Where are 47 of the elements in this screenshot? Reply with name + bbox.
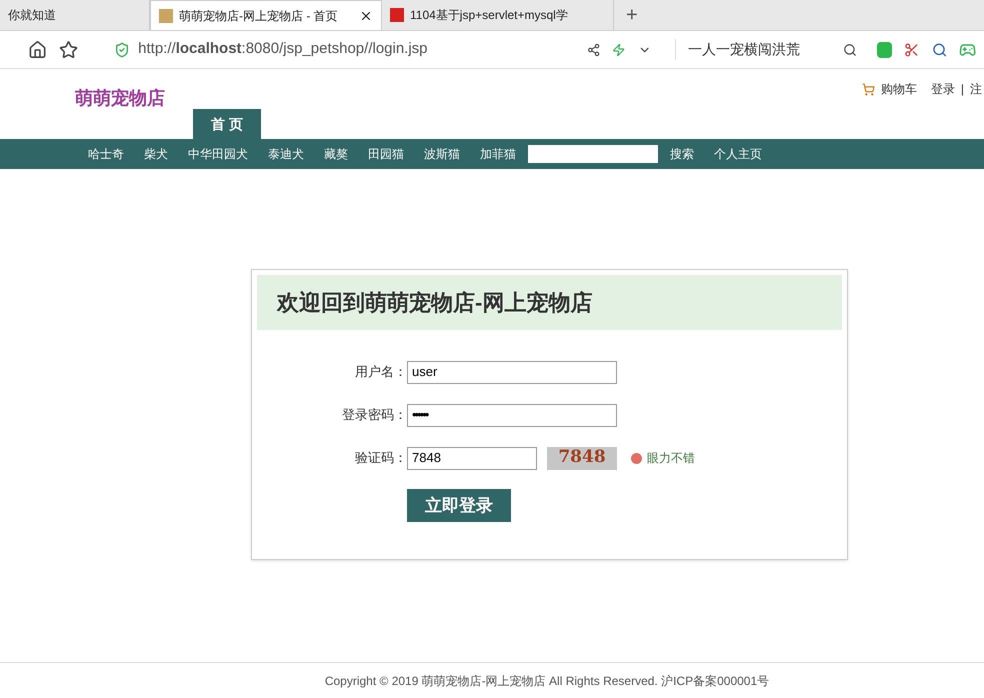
tab-title: 1104基于jsp+servlet+mysql学 — [410, 7, 569, 24]
cart-icon — [862, 82, 875, 96]
browser-tab[interactable]: 萌萌宠物店-网上宠物店 - 首页 — [150, 0, 382, 30]
nav-link[interactable]: 哈士奇 — [88, 145, 124, 163]
field-label: 验证码： — [354, 449, 407, 468]
profile-link[interactable]: 个人主页 — [714, 145, 762, 163]
captcha-image[interactable]: 7848 — [547, 446, 617, 470]
nav-link[interactable]: 田园猫 — [368, 145, 404, 163]
search-icon[interactable] — [843, 42, 858, 56]
refresh-hint-link[interactable]: 眼力不错 — [647, 449, 695, 467]
nav-link[interactable]: 柴犬 — [144, 145, 168, 163]
cart-link[interactable]: 购物车 — [880, 80, 917, 98]
shield-icon — [114, 42, 130, 58]
register-link[interactable]: 注 — [970, 80, 982, 98]
star-icon[interactable] — [59, 40, 78, 60]
lightning-icon[interactable] — [612, 42, 626, 56]
favicon-icon — [159, 8, 173, 22]
input-field[interactable]: 7848 — [407, 446, 537, 470]
nav-link[interactable]: 藏獒 — [324, 145, 348, 163]
search-input[interactable] — [528, 145, 658, 163]
nav-link[interactable]: 中华田园犬 — [188, 145, 248, 163]
nav-link[interactable]: 泰迪犬 — [268, 145, 304, 163]
home-icon[interactable] — [28, 40, 48, 60]
field-label: 登录密码： — [341, 406, 407, 424]
magnifier-icon[interactable] — [932, 42, 947, 58]
field-label: 用户名： — [354, 363, 407, 382]
input-field[interactable]: user — [407, 360, 617, 384]
favicon-icon — [390, 8, 404, 22]
nav-link[interactable]: 加菲猫 — [480, 145, 516, 163]
nav-link[interactable]: 波斯猫 — [424, 145, 460, 163]
site-logo[interactable]: 萌萌宠物店 — [75, 85, 165, 112]
login-title: 欢迎回到萌萌宠物店-网上宠物店 — [277, 289, 592, 317]
new-tab-button[interactable]: + — [614, 0, 650, 30]
tab-title: 萌萌宠物店-网上宠物店 - 首页 — [179, 8, 339, 24]
tab-title: 你就知道 — [8, 7, 57, 24]
address-bar[interactable]: http://localhost:8080/jsp_petshop//login.jsp — [114, 38, 592, 61]
home-tab[interactable]: 首 页 — [193, 109, 261, 139]
input-field[interactable]: •••••• — [407, 404, 617, 426]
copyright-text: Copyright © 2019 萌萌宠物店-网上宠物店 All Rights Reserved. 沪ICP备案000001号 — [324, 672, 770, 690]
scissors-icon[interactable] — [904, 42, 920, 58]
search-link[interactable]: 搜索 — [670, 145, 694, 163]
search-field[interactable]: 一人一宠横闯洪荒 — [675, 39, 858, 60]
share-icon[interactable] — [587, 42, 600, 56]
separator-text: | — [960, 81, 964, 98]
url-text: http://localhost:8080/jsp_petshop//login.jsp — [138, 39, 428, 60]
login-link[interactable]: 登录 — [930, 80, 955, 98]
login-button[interactable]: 立即登录 — [407, 489, 511, 522]
